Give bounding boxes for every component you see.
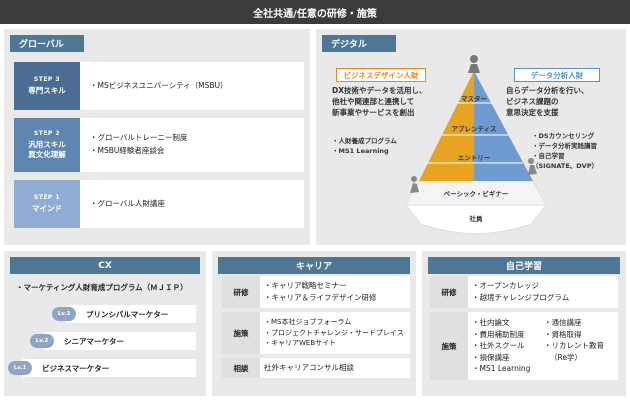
step3-tag: STEP 3 専門スキル bbox=[14, 62, 80, 110]
level1-badge: Lv.1 bbox=[8, 361, 32, 375]
level3-label: プリンシパルマーケター bbox=[86, 309, 169, 319]
level-basic-beginner: ベーシック・ビギナー bbox=[444, 189, 509, 198]
step3-number: STEP 3 bbox=[33, 75, 61, 83]
business-design-label: ビジネスデザイン人財 bbox=[336, 68, 426, 82]
business-design-text: DX技術やデータを活用し、 他社や関連部と連携して 新事業やサービスを創出 bbox=[332, 86, 427, 117]
level-master: マスター bbox=[461, 94, 487, 103]
career-consult-row: 相談 社外キャリアコンサル相談 bbox=[222, 358, 410, 378]
cx-level1-row: Lv.1 ビジネスマーケター bbox=[8, 359, 196, 377]
career-measures-cat: 施策 bbox=[222, 312, 260, 354]
page-title: 全社共通/任意の研修・施策 bbox=[0, 0, 630, 24]
level-employee: 社員 bbox=[470, 214, 484, 223]
step1-number: STEP 1 bbox=[33, 193, 61, 201]
person-icon-body bbox=[468, 64, 480, 73]
self-measures-col2: ・通信講座 ・資格取得 ・リカレント教育 （Re学） bbox=[544, 317, 604, 362]
level2-badge: Lv.2 bbox=[30, 334, 54, 348]
list-item: ・MSビジネスユニバーシティ（MSBU） bbox=[90, 80, 228, 90]
cx-header: CX bbox=[10, 257, 200, 274]
step2-number: STEP 2 bbox=[33, 129, 61, 137]
self-training-row: 研修 ・オープンカレッジ ・越境チャレンジプログラム bbox=[430, 276, 618, 308]
data-analysis-text: 自らデータ分析を行い、 ビジネス課題の 意思決定を支援 bbox=[506, 86, 589, 117]
career-training-row: 研修 ・キャリア戦略セミナー ・キャリア＆ライフデザイン研修 bbox=[222, 276, 410, 308]
data-analysis-list: ・DSカウンセリング ・データ分析実践講習 ・自己学習 （SIGNATE、DVP… bbox=[532, 132, 598, 171]
data-analysis-label: データ分析人財 bbox=[514, 68, 600, 82]
person-icon bbox=[470, 55, 478, 63]
global-header: グローバル bbox=[10, 35, 84, 52]
list-item: ・グローバル人財講座 bbox=[90, 198, 165, 208]
level-apprentice: アプレンティス bbox=[451, 124, 496, 133]
self-learning-header: 自己学習 bbox=[428, 257, 620, 274]
step3-name: 専門スキル bbox=[28, 85, 66, 95]
step1-list: ・グローバル人財講座 bbox=[80, 180, 304, 228]
self-training-cat: 研修 bbox=[430, 276, 468, 308]
career-training-cat: 研修 bbox=[222, 276, 260, 308]
self-measures-items: ・社内論文 ・費用補助制度 ・社外スクール ・損保講座 ・MS1 Learnin… bbox=[468, 312, 618, 380]
list-item: ・グローバルトレーニー制度 bbox=[90, 133, 188, 143]
climber-icon bbox=[411, 176, 417, 182]
level2-label: シニアマーケター bbox=[64, 336, 124, 346]
career-measures-row: 施策 ・MS本社ジョブフォーラム ・プロジェクトチャレンジ・サードプレイス ・キ… bbox=[222, 312, 410, 354]
step1-tag: STEP 1 マインド bbox=[14, 180, 80, 228]
global-step2-row: STEP 2 汎用スキル 異文化理解 ・グローバルトレーニー制度 ・MSBU経験… bbox=[14, 118, 304, 172]
level1-label: ビジネスマーケター bbox=[42, 363, 110, 373]
step2-name-1: 汎用スキル bbox=[28, 139, 66, 149]
career-header: キャリア bbox=[218, 257, 410, 274]
self-measures-col1: ・社内論文 ・費用補助制度 ・社外スクール ・損保講座 ・MS1 Learnin… bbox=[472, 317, 531, 374]
cx-program: ・マーケティング人財育成プログラム（ＭＪＩＰ） bbox=[16, 283, 188, 292]
self-measures-row: 施策 ・社内論文 ・費用補助制度 ・社外スクール ・損保講座 ・MS1 Lear… bbox=[430, 312, 618, 380]
global-step1-row: STEP 1 マインド ・グローバル人財講座 bbox=[14, 180, 304, 228]
step2-name-2: 異文化理解 bbox=[28, 150, 66, 159]
career-training-items: ・キャリア戦略セミナー ・キャリア＆ライフデザイン研修 bbox=[264, 281, 377, 302]
step2-list: ・グローバルトレーニー制度 ・MSBU経験者座談会 bbox=[80, 118, 304, 172]
level3-badge: Lv.3 bbox=[52, 307, 76, 321]
self-training-items: ・オープンカレッジ ・越境チャレンジプログラム bbox=[472, 281, 570, 302]
level-entry: エントリー bbox=[458, 154, 491, 162]
step1-name: マインド bbox=[32, 203, 62, 213]
global-step3-row: STEP 3 専門スキル ・MSビジネスユニバーシティ（MSBU） bbox=[14, 62, 304, 110]
cx-level3-row: Lv.3 プリンシパルマーケター bbox=[52, 305, 196, 323]
career-consult-cat: 相談 bbox=[222, 358, 260, 378]
career-measures-items: ・MS本社ジョブフォーラム ・プロジェクトチャレンジ・サードプレイス ・キャリア… bbox=[264, 317, 404, 348]
self-measures-cat: 施策 bbox=[430, 312, 468, 380]
career-consult-items: 社外キャリアコンサル相談 bbox=[264, 363, 354, 373]
step2-tag: STEP 2 汎用スキル 異文化理解 bbox=[14, 118, 80, 172]
cx-level2-row: Lv.2 シニアマーケター bbox=[30, 332, 196, 350]
list-item: ・MSBU経験者座談会 bbox=[90, 146, 165, 155]
step3-list: ・MSビジネスユニバーシティ（MSBU） bbox=[80, 62, 304, 110]
business-design-list: ・人財養成プログラム ・MS1 Learning bbox=[332, 137, 397, 156]
